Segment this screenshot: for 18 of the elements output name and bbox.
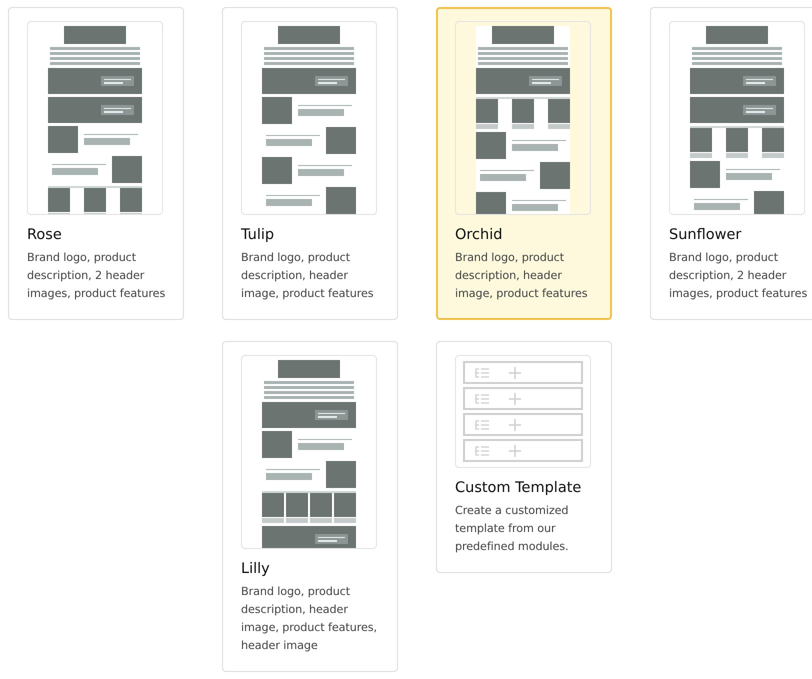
template-card[interactable]: Custom Template Create a customized template from our predefined modules. xyxy=(436,341,612,573)
template-description: Create a customized template from our predefined modules. xyxy=(455,503,570,555)
template-description: Brand logo, product description, 2 header images, product features xyxy=(27,250,166,302)
template-card[interactable]: Rose Brand logo, product description, 2 header images, product features xyxy=(8,7,184,320)
template-title: Tulip xyxy=(241,226,276,245)
template-title: Orchid xyxy=(455,226,504,245)
template-card[interactable]: Lilly Brand logo, product description, header image, product features, header image xyxy=(222,341,398,672)
template-title: Custom Template xyxy=(455,479,582,498)
template-title: Sunflower xyxy=(669,226,742,245)
template-description: Brand logo, product description, header image, product features xyxy=(455,250,588,302)
template-card[interactable]: Tulip Brand logo, product description, header image, product features xyxy=(222,7,398,320)
template-description: Brand logo, product description, 2 header images, product features xyxy=(669,250,808,302)
template-card[interactable]: Orchid Brand logo, product description, header image, product features xyxy=(436,7,612,320)
template-card[interactable]: Sunflower Brand logo, product description, 2 header images, product features xyxy=(650,7,812,320)
template-title: Lilly xyxy=(241,560,271,579)
template-description: Brand logo, product description, header image, product features, header image xyxy=(241,584,378,654)
template-description: Brand logo, product description, header image, product features xyxy=(241,250,374,302)
template-title: Rose xyxy=(27,226,63,245)
